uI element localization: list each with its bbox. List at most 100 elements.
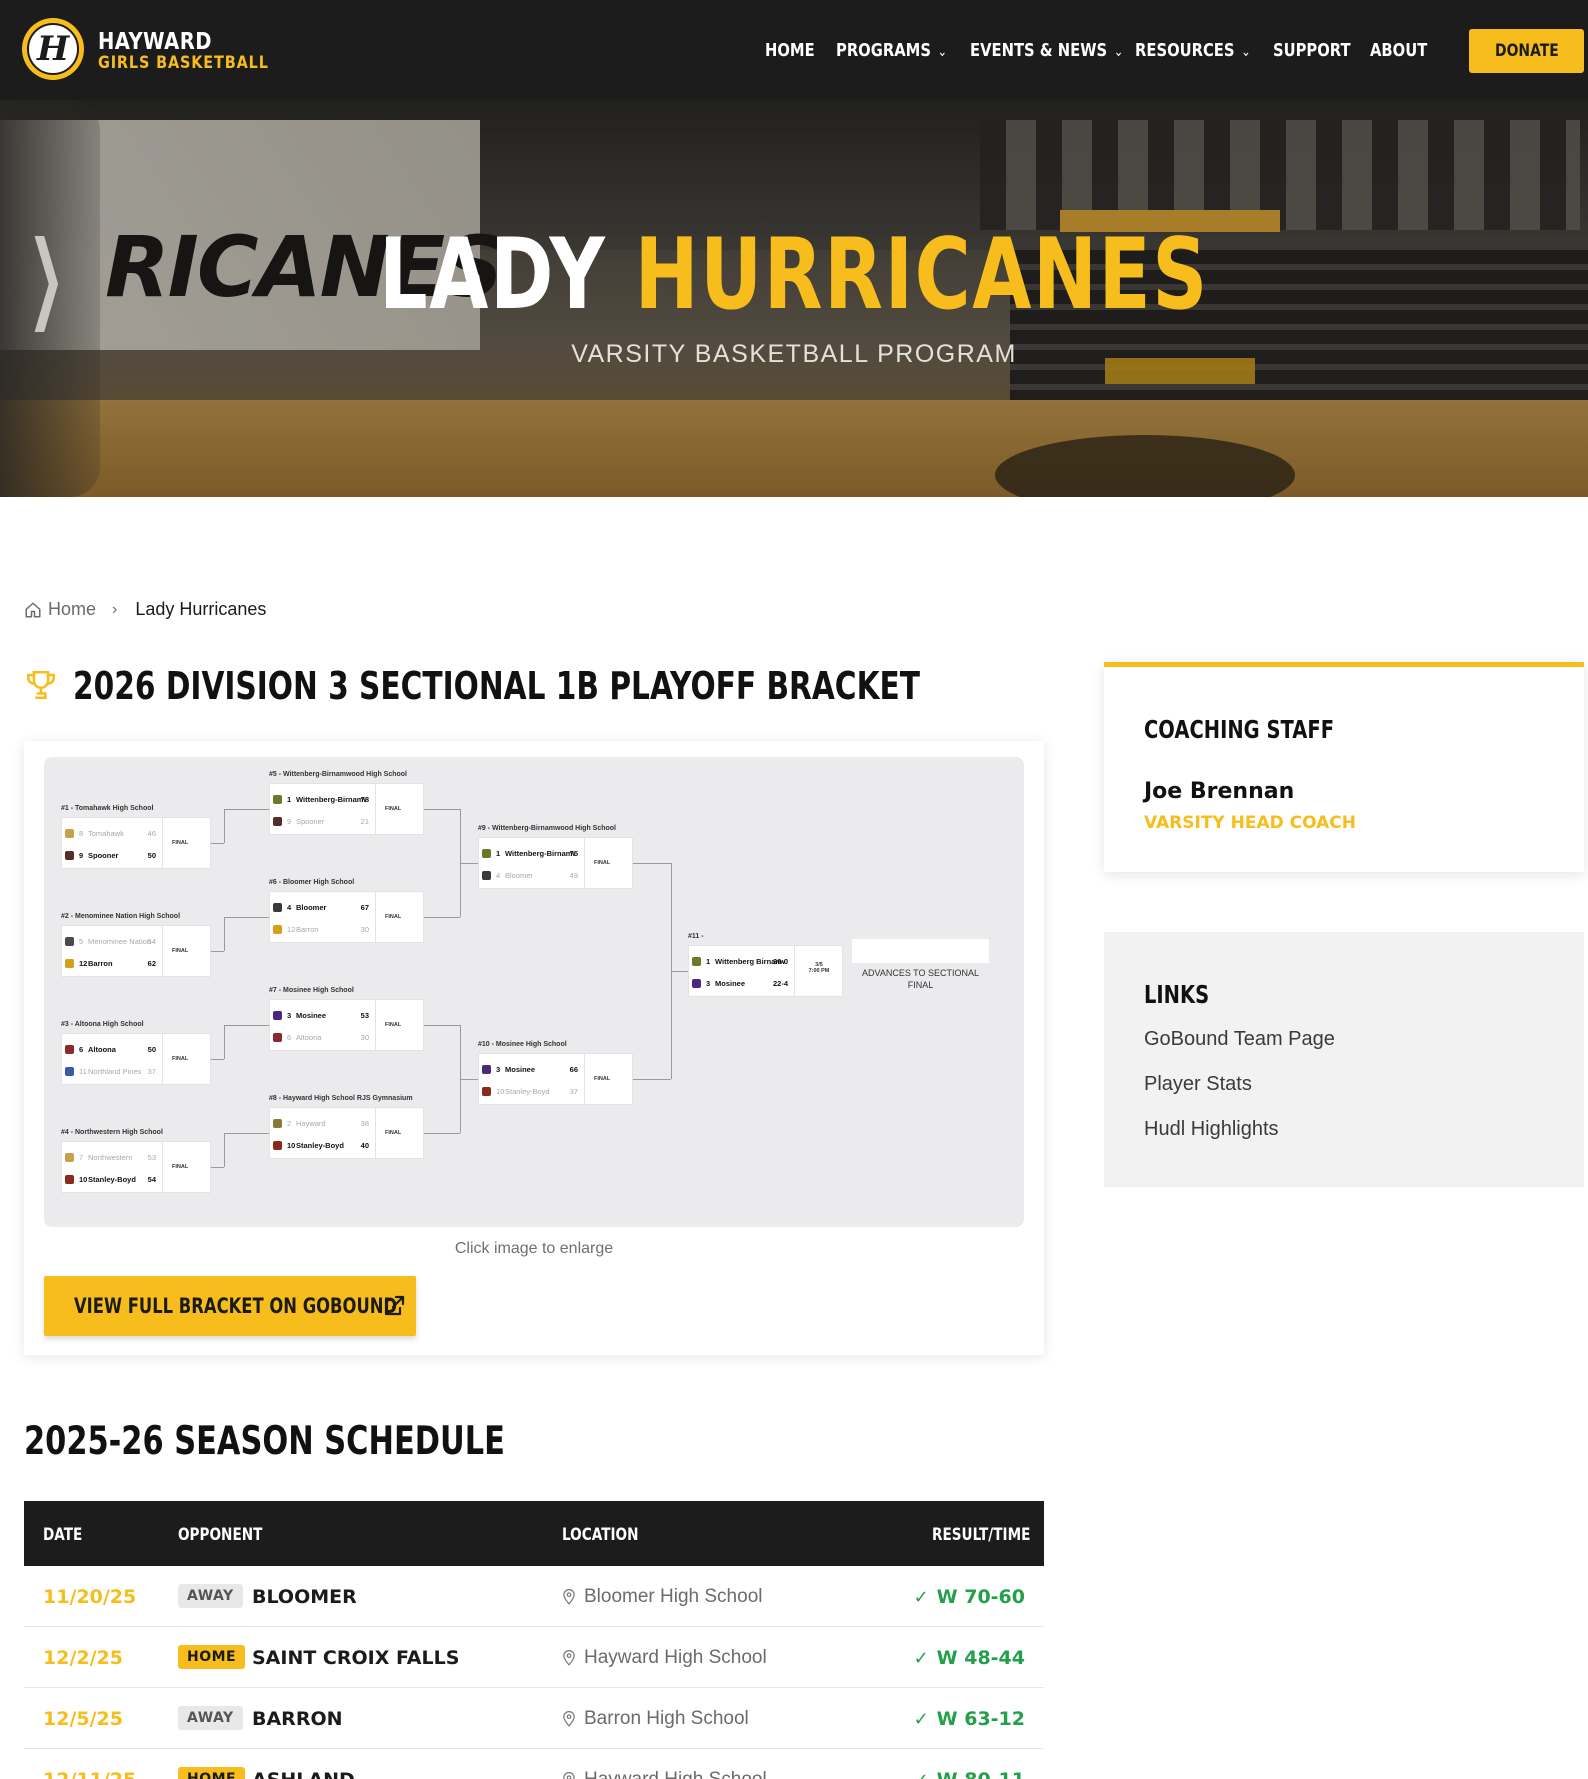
hero-title-yellow: HURRICANES — [634, 218, 1209, 332]
col-location: LOCATION — [562, 1525, 639, 1545]
team-seed: 3 — [496, 1064, 501, 1074]
team-score: 37 — [569, 1086, 578, 1096]
table-row[interactable]: 12/2/25 HOME SAINT CROIX FALLS Hayward High… — [24, 1627, 1044, 1688]
team-score: 75 — [569, 848, 578, 858]
bracket-connector — [211, 1059, 224, 1060]
check-icon: ✓ — [913, 1647, 929, 1669]
game-location: Hayward High School — [562, 1647, 767, 1669]
bracket-divider — [162, 818, 163, 870]
bracket-game[interactable]: 2 Hayward 38 10 Stanley-Boyd 40 FINAL — [269, 1107, 424, 1160]
table-row[interactable]: 12/5/25 AWAY BARRON Barron High School ✓ W 63… — [24, 1688, 1044, 1749]
view-full-bracket-button[interactable]: VIEW FULL BRACKET ON GOBOUND — [44, 1276, 416, 1336]
bracket-game-label: #8 - Hayward High School RJS Gymnasium — [269, 1095, 413, 1102]
bracket-connector — [211, 951, 224, 952]
check-icon: ✓ — [914, 1770, 929, 1779]
bracket-team: 4 Bloomer 49 — [479, 864, 584, 886]
view-full-bracket-label: VIEW FULL BRACKET ON GOBOUND — [74, 1294, 398, 1318]
bracket-team: 7 Northwestern 53 — [62, 1146, 162, 1168]
table-row[interactable]: 12/11/25 HOME ASHLAND Hayward High School ✓ W… — [24, 1749, 1044, 1779]
game-status: 3/5 7:00 PM — [796, 962, 842, 974]
bracket-divider — [584, 838, 585, 890]
team-seed: 10 — [496, 1086, 505, 1096]
bracket-game-label: #6 - Bloomer High School — [269, 879, 355, 886]
table-row[interactable]: 11/20/25 AWAY BLOOMER Bloomer High School ✓ W… — [24, 1566, 1044, 1627]
bracket-team: 1Wittenberg-Birnamwood78 — [270, 788, 375, 810]
team-logo-icon — [65, 1066, 74, 1076]
bracket-team: 9 Spooner 21 — [270, 810, 375, 832]
nav-resources[interactable]: RESOURCES ⌄ — [1135, 40, 1251, 61]
location-label: Bloomer High School — [584, 1586, 763, 1607]
links-card: LINKS GoBound Team Page Player Stats Hud… — [1104, 932, 1584, 1187]
site-logo[interactable]: H — [22, 18, 84, 80]
game-date: 11/20/25 — [43, 1586, 137, 1608]
breadcrumb-home[interactable]: Home — [48, 599, 96, 620]
nav-resources-label: RESOURCES — [1135, 40, 1235, 61]
team-score: 53 — [147, 1152, 156, 1162]
bracket-connector — [224, 1025, 269, 1026]
team-seed: 4 — [496, 870, 501, 880]
check-icon: ✓ — [913, 1586, 929, 1608]
bracket-game[interactable]: 7 Northwestern 53 10 Stanley-Boyd 54 FINAL — [61, 1141, 211, 1194]
bracket-game[interactable]: 5 Menominee Nation 54 12 Barron 62 FINAL — [61, 925, 211, 978]
bracket-game-label: #3 - Altoona High School — [61, 1021, 144, 1028]
team-seed: 12 — [79, 958, 88, 968]
team-seed: 11 — [79, 1066, 87, 1076]
links-title: LINKS — [1144, 980, 1210, 1009]
game-status: FINAL — [172, 840, 189, 846]
game-status: FINAL — [172, 1056, 189, 1062]
nav-events-news[interactable]: EVENTS & NEWS ⌄ — [970, 40, 1123, 61]
team-score: 49 — [569, 870, 578, 880]
home-icon[interactable] — [24, 601, 42, 619]
bracket-team: 5 Menominee Nation 54 — [62, 930, 162, 952]
brand-name[interactable]: HAYWARD — [98, 29, 212, 55]
bracket-team: 11 Northland Pines 37 — [62, 1060, 162, 1082]
bracket-image[interactable]: #1 - Tomahawk High School 8 Tomahawk 46 9 Spo… — [44, 757, 1024, 1227]
link-hudl-highlights[interactable]: Hudl Highlights — [1144, 1118, 1279, 1141]
team-seed: 1 — [706, 956, 711, 966]
team-seed: 8 — [79, 828, 84, 838]
team-logo-icon — [273, 1010, 282, 1020]
bracket-game[interactable]: 8 Tomahawk 46 9 Spooner 50 FINAL — [61, 817, 211, 870]
bracket-game-label: #11 - — [688, 933, 704, 940]
donate-button[interactable]: DONATE — [1469, 29, 1584, 73]
trophy-icon — [26, 670, 56, 700]
col-opponent: OPPONENT — [178, 1525, 263, 1545]
game-status: FINAL — [594, 860, 611, 866]
link-player-stats[interactable]: Player Stats — [1144, 1073, 1252, 1096]
bracket-game[interactable]: 3 Mosinee 66 10 Stanley-Boyd 37 FINAL — [478, 1053, 633, 1106]
nav-about-label: ABOUT — [1370, 40, 1428, 61]
team-seed: 3 — [706, 978, 711, 988]
nav-home[interactable]: HOME — [765, 40, 815, 61]
bracket-game[interactable]: 1Wittenberg-Birnamwood789Spooner21 FINAL — [269, 783, 424, 836]
bracket-team: 4 Bloomer 67 — [270, 896, 375, 918]
bracket-team: 6 Altoona 50 — [62, 1038, 162, 1060]
nav-support[interactable]: SUPPORT — [1273, 40, 1351, 61]
team-score: 54 — [147, 1174, 156, 1184]
venue-badge: AWAY — [178, 1584, 243, 1608]
team-score: 53 — [360, 1010, 369, 1020]
bracket-connector — [424, 1025, 460, 1026]
game-location: Hayward High School — [562, 1769, 767, 1779]
link-gobound-team-page[interactable]: GoBound Team Page — [1144, 1028, 1335, 1051]
bracket-game[interactable]: 1Wittenberg Birnamwood26-03Mosinee22-43/… — [688, 945, 843, 998]
result-label: W 80-11 — [937, 1769, 1025, 1779]
coach-name: Joe Brennan — [1144, 779, 1295, 804]
team-logo-icon — [482, 1064, 491, 1074]
bracket-team: 3 Mosinee 66 — [479, 1058, 584, 1080]
brand-tagline[interactable]: GIRLS BASKETBALL — [98, 53, 269, 73]
team-seed: 3 — [287, 1010, 292, 1020]
game-time: 7:00 PM — [808, 968, 830, 974]
nav-about[interactable]: ABOUT — [1370, 40, 1427, 61]
breadcrumb-separator: › — [112, 600, 118, 618]
venue-badge: HOME — [178, 1645, 246, 1669]
bracket-game[interactable]: 4 Bloomer 67 12 Barron 30 FINAL — [269, 891, 424, 944]
bracket-game[interactable]: 3 Mosinee 53 6 Altoona 30 FINAL — [269, 999, 424, 1052]
team-score: 30 — [360, 924, 369, 934]
team-logo-icon — [273, 902, 282, 912]
bracket-game[interactable]: 1Wittenberg-Birnamwood754Bloomer49 FINAL — [478, 837, 633, 890]
bracket-game[interactable]: 6 Altoona 50 11 Northland Pines 37 FINAL — [61, 1033, 211, 1086]
nav-programs[interactable]: PROGRAMS ⌄ — [836, 40, 947, 61]
opponent-name: BLOOMER — [252, 1586, 357, 1608]
bracket-team: 3 Mosinee 22-4 — [689, 972, 794, 994]
game-location: Barron High School — [562, 1708, 749, 1730]
